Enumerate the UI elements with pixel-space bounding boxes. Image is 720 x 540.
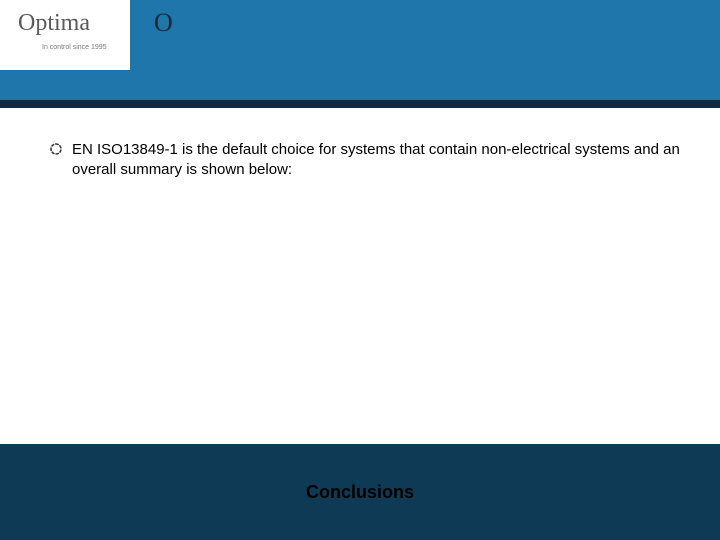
footer-title: Conclusions — [306, 482, 414, 503]
slide: Optima In control since 1995 O EN ISO138… — [0, 0, 720, 540]
bullet-text: EN ISO13849-1 is the default choice for … — [72, 140, 680, 181]
content-area: EN ISO13849-1 is the default choice for … — [50, 140, 680, 181]
logo-area: Optima — [0, 0, 130, 70]
brand-tagline: In control since 1995 — [42, 44, 107, 51]
header-divider — [0, 100, 720, 108]
brand-name: Optima — [18, 10, 90, 37]
bullet-icon — [50, 143, 62, 155]
footer-band: Conclusions — [0, 444, 720, 540]
brand-mark: O — [154, 8, 173, 38]
list-item: EN ISO13849-1 is the default choice for … — [50, 140, 680, 181]
